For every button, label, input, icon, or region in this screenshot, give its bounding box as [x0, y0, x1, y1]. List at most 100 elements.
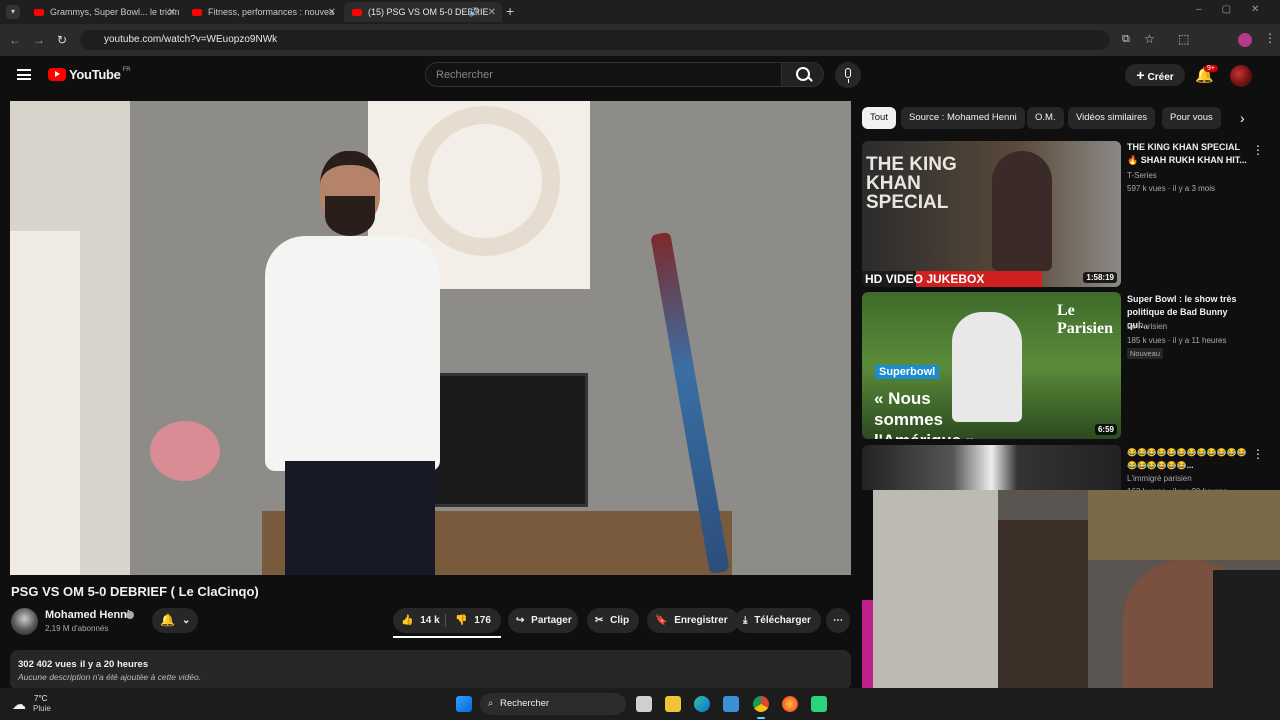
recommendation-meta: 185 k vues · il y a 11 heures — [1127, 336, 1227, 345]
weather-text: Pluie — [33, 704, 51, 713]
new-badge: Nouveau — [1127, 348, 1164, 359]
tab-search-button[interactable]: ▾ — [6, 5, 20, 19]
active-app-indicator — [757, 717, 765, 719]
tab-title: Grammys, Super Bowl... le triom — [50, 7, 180, 17]
download-icon: ⤓ — [743, 615, 748, 626]
close-tab-icon[interactable]: ✕ — [328, 7, 336, 18]
recommendation-meta: 597 k vues · il y a 3 mois — [1127, 184, 1216, 193]
region-code: FR — [122, 66, 131, 73]
subscription-bell-button[interactable]: 🔔 ⌄ — [152, 608, 198, 633]
more-icon: ⋯ — [833, 615, 843, 626]
recommendation-thumbnail[interactable]: THE KING KHAN SPECIAL HD VIDEO JUKEBOX 1… — [862, 141, 1121, 287]
bookmark-star-icon[interactable]: ☆ — [1144, 32, 1155, 46]
app-icon[interactable] — [811, 696, 827, 712]
youtube-favicon-icon — [34, 8, 44, 16]
close-tab-icon[interactable]: ✕ — [168, 7, 176, 18]
create-button[interactable]: + Créer — [1125, 64, 1185, 86]
browser-tab-grammys[interactable]: Grammys, Super Bowl... le triom ✕ — [26, 2, 182, 22]
notifications-button[interactable]: 🔔 9+ — [1195, 65, 1218, 85]
chrome-icon[interactable] — [753, 696, 769, 712]
windows-start-icon[interactable] — [456, 696, 472, 712]
download-button[interactable]: ⤓ Télécharger — [735, 608, 821, 633]
recommendation-title[interactable]: 😂😂😂😂😂😂😂😂😂😂😂😂😂😂😂😂😂😂... — [1127, 446, 1249, 472]
search-input[interactable]: Rechercher — [425, 62, 782, 87]
profile-avatar[interactable] — [1238, 33, 1252, 47]
maximize-icon[interactable]: ▢ — [1222, 4, 1251, 15]
account-avatar[interactable] — [1230, 65, 1252, 87]
channel-avatar[interactable] — [11, 608, 38, 635]
forward-icon[interactable]: → — [33, 33, 45, 47]
chip-similar[interactable]: Vidéos similaires — [1068, 107, 1156, 129]
url-bar[interactable]: youtube.com/watch?v=WEuopzo9NWk — [80, 30, 1110, 50]
plus-icon: + — [1136, 67, 1145, 83]
chevron-down-icon: ⌄ — [182, 615, 191, 626]
chip-source[interactable]: Source : Mohamed Henni — [901, 107, 1025, 129]
edge-icon[interactable] — [694, 696, 710, 712]
audio-playing-icon[interactable]: 🔊 — [469, 7, 480, 18]
video-duration: 1:58:19 — [1083, 272, 1117, 283]
wall-art-swirl — [410, 106, 560, 256]
voice-search-button[interactable] — [835, 62, 861, 88]
chevron-right-icon[interactable]: › — [1240, 110, 1245, 126]
chip-om[interactable]: O.M. — [1027, 107, 1064, 129]
scissors-icon: ✂ — [595, 615, 604, 626]
create-label: Créer — [1147, 72, 1174, 83]
thumbs-down-icon: 👎 — [455, 615, 468, 626]
close-window-icon[interactable]: ✕ — [1251, 4, 1279, 15]
extensions-icon[interactable]: ⬚ — [1178, 32, 1189, 46]
more-actions-button[interactable]: ⋯ — [826, 608, 850, 633]
channel-name[interactable]: Mohamed Henni — [45, 609, 130, 621]
share-button[interactable]: ↪ Partager — [508, 608, 578, 633]
search-button[interactable] — [782, 62, 824, 87]
person-beard — [325, 196, 375, 236]
new-tab-button[interactable]: + — [506, 3, 514, 19]
thumbnail-tag: Superbowl — [875, 365, 940, 379]
browser-menu-icon[interactable]: ⋮ — [1264, 31, 1276, 45]
dislike-button[interactable]: 👎 176 — [455, 608, 491, 633]
save-label: Enregistrer — [674, 615, 728, 626]
bell-icon: 🔔 — [160, 613, 175, 627]
taskbar-search[interactable]: ⌕ Rechercher — [480, 693, 626, 715]
clip-label: Clip — [610, 615, 630, 626]
save-button[interactable]: 🔖 Enregistrer — [647, 608, 739, 633]
file-explorer-icon[interactable] — [665, 696, 681, 712]
person-shirt — [265, 236, 440, 471]
recommendation-thumbnail[interactable]: Le Parisien Superbowl « Nous sommes l'Am… — [862, 292, 1121, 439]
thumbnail-title-text: THE KING KHAN SPECIAL — [866, 154, 957, 213]
video-title: PSG VS OM 5-0 DEBRIEF ( Le ClaCinqo) — [11, 584, 259, 599]
description-box[interactable] — [10, 650, 851, 690]
firefox-icon[interactable] — [782, 696, 798, 712]
youtube-favicon-icon — [352, 8, 362, 16]
share-label: Partager — [531, 615, 572, 626]
browser-tab-psg-om[interactable]: (15) PSG VS OM 5-0 DEBRIE 🔊 ✕ — [344, 2, 502, 22]
store-icon[interactable] — [723, 696, 739, 712]
more-options-icon[interactable]: ⋮ — [1252, 143, 1264, 157]
chip-all[interactable]: Tout — [862, 107, 896, 129]
webcam-side-accent — [862, 600, 873, 688]
recommendation-channel[interactable]: Le Parisien — [1127, 322, 1167, 331]
hamburger-menu-icon[interactable] — [17, 69, 31, 80]
task-view-icon[interactable] — [636, 696, 652, 712]
reload-icon[interactable]: ↻ — [57, 33, 67, 47]
video-player[interactable] — [10, 101, 851, 575]
browser-tab-fitness[interactable]: Fitness, performances : nouvea ✕ — [184, 2, 342, 22]
chip-for-you[interactable]: Pour vous — [1162, 107, 1221, 129]
close-tab-icon[interactable]: ✕ — [488, 7, 496, 18]
recommendation-thumbnail[interactable] — [862, 445, 1121, 490]
recommendation-title[interactable]: THE KING KHAN SPECIAL 🔥 SHAH RUKH KHAN H… — [1127, 141, 1249, 167]
clip-button[interactable]: ✂ Clip — [587, 608, 639, 633]
recommendation-channel[interactable]: T-Series — [1127, 171, 1157, 180]
minimize-icon[interactable]: – — [1196, 4, 1222, 15]
dislike-count: 176 — [474, 615, 491, 626]
weather-icon[interactable]: ☁ — [12, 696, 26, 713]
more-options-icon[interactable]: ⋮ — [1252, 447, 1264, 461]
like-button[interactable]: 👍 14 k — [401, 608, 440, 633]
youtube-logo[interactable]: YouTube FR — [48, 67, 131, 82]
install-app-icon[interactable]: ⧉ — [1122, 33, 1130, 46]
webcam-overlay — [873, 490, 1280, 720]
youtube-wordmark: YouTube — [69, 67, 121, 82]
tab-title: Fitness, performances : nouvea — [208, 7, 335, 17]
recommendation-channel[interactable]: L'immigré parisien — [1127, 474, 1192, 483]
youtube-favicon-icon — [192, 8, 202, 16]
back-icon[interactable]: ← — [9, 33, 21, 47]
